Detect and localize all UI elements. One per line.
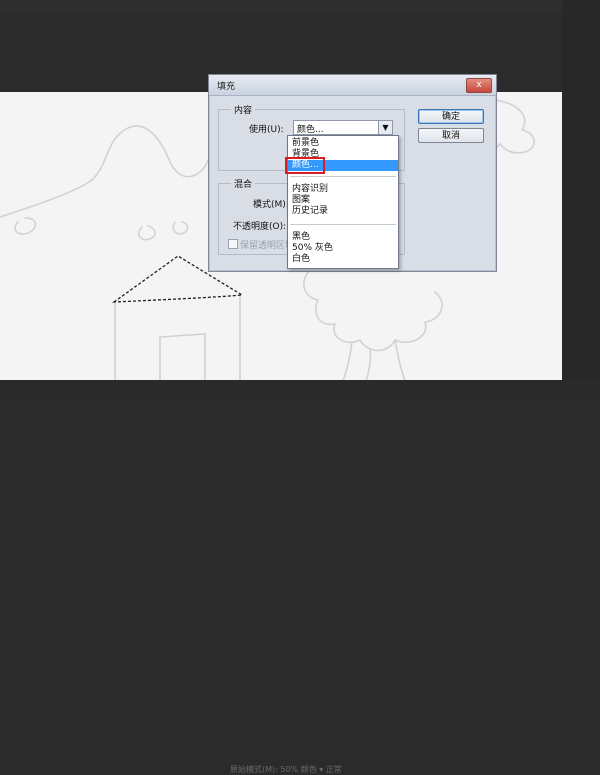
dropdown-separator — [290, 176, 396, 177]
selection-highlight-box — [285, 157, 325, 174]
dropdown-item-label: 图案 — [292, 195, 311, 205]
dropdown-item-label: 50% 灰色 — [292, 243, 333, 253]
dropdown-item-pattern[interactable]: 图案 — [288, 195, 398, 206]
dropdown-item-white[interactable]: 白色 — [288, 254, 398, 265]
use-select-value: 颜色... — [297, 125, 324, 135]
chevron-down-icon[interactable]: ▼ — [378, 121, 392, 134]
dropdown-item-gray[interactable]: 50% 灰色 — [288, 243, 398, 254]
dialog-title: 填充 — [217, 82, 236, 92]
use-label: 使用(U): — [249, 125, 284, 135]
cancel-button[interactable]: 取消 — [418, 128, 484, 143]
dropdown-item-black[interactable]: 黑色 — [288, 232, 398, 243]
close-icon: x — [476, 80, 482, 90]
use-dropdown-list: 前景色 背景色 颜色... 内容识别 图案 历史记录 黑色 50% 灰色 白色 — [287, 135, 399, 269]
photoshop-workspace: 原始模式(M): 50% 颜色 ▾ 正常 填充 x 内容 使用(U): 颜色..… — [0, 0, 600, 774]
status-bar: 原始模式(M): 50% 颜色 ▾ 正常 — [0, 380, 600, 774]
dropdown-item-label: 历史记录 — [292, 206, 329, 216]
right-panel-strip — [562, 0, 600, 400]
status-text: 原始模式(M): 50% 颜色 ▾ 正常 — [230, 765, 342, 774]
top-menu-bar — [0, 0, 600, 14]
use-select[interactable]: 颜色... ▼ — [293, 120, 393, 135]
content-group-label: 内容 — [231, 103, 256, 116]
ok-button-label: 确定 — [441, 112, 460, 122]
dropdown-separator — [290, 224, 396, 225]
dropdown-item-foreground[interactable]: 前景色 — [288, 138, 398, 149]
preserve-transparency-checkbox[interactable] — [228, 239, 238, 249]
dialog-titlebar[interactable]: 填充 x — [209, 75, 496, 96]
cancel-button-label: 取消 — [441, 131, 460, 141]
close-button[interactable]: x — [466, 78, 492, 93]
opacity-label: 不透明度(O): — [233, 222, 287, 232]
ok-button[interactable]: 确定 — [418, 109, 484, 124]
blend-group-label: 混合 — [231, 177, 256, 190]
dropdown-item-history[interactable]: 历史记录 — [288, 206, 398, 217]
dropdown-item-content-aware[interactable]: 内容识别 — [288, 184, 398, 195]
dropdown-item-label: 白色 — [292, 254, 311, 264]
dropdown-item-label: 前景色 — [292, 138, 320, 148]
dropdown-item-label: 内容识别 — [292, 184, 329, 194]
mode-label: 模式(M): — [253, 200, 289, 210]
preserve-transparency-label: 保留透明区域 — [240, 241, 295, 251]
dropdown-item-label: 黑色 — [292, 232, 311, 242]
